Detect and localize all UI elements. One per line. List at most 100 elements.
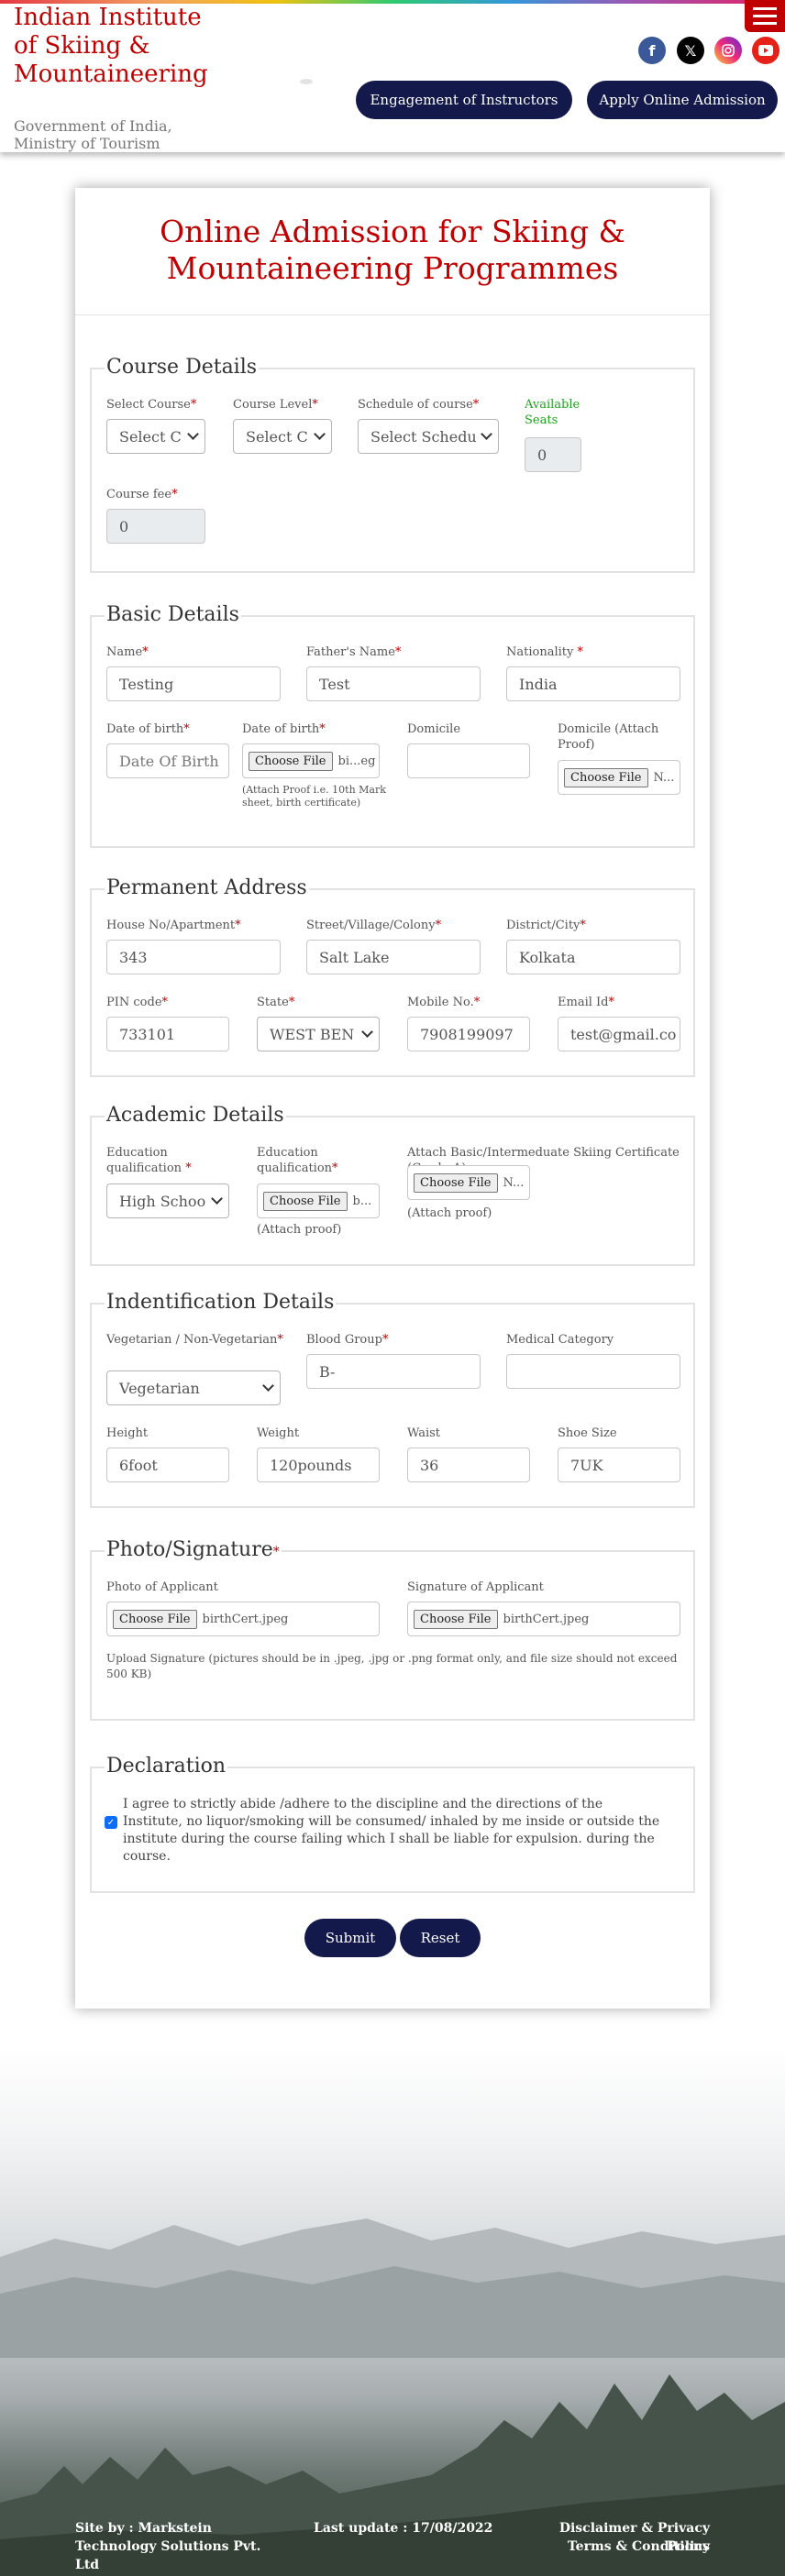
certificate-file-input[interactable]: Choose File N... xyxy=(407,1165,530,1200)
youtube-icon[interactable] xyxy=(752,37,779,64)
state-dropdown[interactable]: WEST BEN xyxy=(257,1017,380,1051)
education-proof-label: Education qualification* xyxy=(257,1146,338,1175)
education-dropdown[interactable]: High Schoo xyxy=(106,1183,229,1218)
street-label: Street/Village/Colony* xyxy=(306,919,442,932)
shoe-size-label: Shoe Size xyxy=(558,1426,617,1440)
file-name: N... xyxy=(653,770,675,785)
height-input[interactable]: 6foot xyxy=(106,1448,229,1482)
course-fee-field: 0 xyxy=(106,509,205,544)
section-legend: Permanent Address xyxy=(105,876,309,900)
hamburger-menu-icon[interactable] xyxy=(745,0,785,32)
choose-file-button[interactable]: Choose File xyxy=(263,1191,348,1211)
basic-details-section: Basic Details Name* Testing Father's Nam… xyxy=(90,603,695,848)
schedule-dropdown[interactable]: Select Schedu xyxy=(358,419,499,454)
dob-proof-file-input[interactable]: Choose File bi...eg xyxy=(242,743,380,778)
education-label: Education qualification * xyxy=(106,1146,192,1175)
section-legend: Basic Details xyxy=(105,603,241,627)
district-input[interactable]: Kolkata xyxy=(506,940,680,974)
waist-input[interactable]: 36 xyxy=(407,1448,530,1482)
mountain-ridge xyxy=(0,2218,785,2358)
site-header: Indian Institute of Skiing & Mountaineer… xyxy=(0,4,785,152)
dob-label: Date of birth* xyxy=(106,722,190,736)
choose-file-button[interactable]: Choose File xyxy=(249,751,333,771)
section-legend: Academic Details xyxy=(105,1104,286,1128)
upload-note: Upload Signature (pictures should be in … xyxy=(106,1652,678,1680)
permanent-address-section: Permanent Address House No/Apartment* 34… xyxy=(90,876,695,1077)
chevron-down-icon xyxy=(361,1026,373,1038)
apply-online-admission-button[interactable]: Apply Online Admission xyxy=(587,81,778,119)
schedule-label: Schedule of course* xyxy=(358,398,480,412)
state-label: State* xyxy=(257,996,295,1009)
photo-signature-section: Photo/Signature* Photo of Applicant Choo… xyxy=(90,1538,695,1721)
site-title[interactable]: Indian Institute of Skiing & Mountaineer… xyxy=(14,4,225,89)
engagement-of-instructors-button[interactable]: Engagement of Instructors xyxy=(356,81,572,119)
last-update: Last update : 17/08/2022 xyxy=(314,2521,493,2536)
file-name: b... xyxy=(352,1194,372,1208)
photo-file-input[interactable]: Choose File birthCert.jpeg xyxy=(106,1602,380,1636)
signature-file-input[interactable]: Choose File birthCert.jpeg xyxy=(407,1602,680,1636)
dob-proof-note: (Attach Proof i.e. 10th Mark sheet, birt… xyxy=(242,784,386,809)
domicile-proof-label: Domicile (Attach Proof) xyxy=(558,722,659,752)
certificate-proof-note: (Attach proof) xyxy=(407,1206,492,1220)
father-name-input[interactable]: Test xyxy=(306,666,481,701)
course-level-dropdown[interactable]: Select C xyxy=(233,419,332,454)
course-details-section: Course Details Select Course* Select C C… xyxy=(90,356,695,573)
instagram-icon[interactable] xyxy=(714,37,742,64)
signature-label: Signature of Applicant xyxy=(407,1580,544,1594)
weight-label: Weight xyxy=(257,1426,300,1440)
chevron-down-icon xyxy=(481,428,492,440)
chevron-down-icon xyxy=(262,1380,274,1392)
declaration-section: Declaration ✓ I agree to strictly abide … xyxy=(90,1755,695,1893)
waist-label: Waist xyxy=(407,1426,441,1440)
pin-label: PIN code* xyxy=(106,996,169,1009)
terms-link[interactable]: Terms & Conditions xyxy=(536,2537,710,2556)
choose-file-button[interactable]: Choose File xyxy=(414,1609,498,1629)
mobile-input[interactable]: 7908199097 xyxy=(407,1017,530,1051)
available-seats-field: 0 xyxy=(525,437,581,472)
admission-form-card: Online Admission for Skiing & Mountainee… xyxy=(75,188,710,2009)
file-name: birthCert.jpeg xyxy=(202,1612,289,1626)
choose-file-button[interactable]: Choose File xyxy=(564,767,648,787)
house-input[interactable]: 343 xyxy=(106,940,281,974)
title-divider xyxy=(75,314,710,315)
facebook-icon[interactable]: f xyxy=(638,37,666,64)
weight-input[interactable]: 120pounds xyxy=(257,1448,380,1482)
domicile-input[interactable] xyxy=(407,743,530,778)
mobile-label: Mobile No.* xyxy=(407,996,481,1009)
section-legend: Declaration xyxy=(105,1755,228,1778)
course-fee-label: Course fee* xyxy=(106,488,178,501)
select-course-label: Select Course* xyxy=(106,398,197,412)
dob-input[interactable]: Date Of Birth xyxy=(106,743,229,778)
choose-file-button[interactable]: Choose File xyxy=(414,1172,498,1193)
x-icon[interactable]: 𝕏 xyxy=(677,37,704,64)
street-input[interactable]: Salt Lake xyxy=(306,940,481,974)
education-proof-file-input[interactable]: Choose File b... xyxy=(257,1183,380,1218)
submit-button[interactable]: Submit xyxy=(304,1919,396,1957)
nationality-input[interactable]: India xyxy=(506,666,680,701)
file-name: bi...eg xyxy=(337,754,376,768)
domicile-proof-file-input[interactable]: Choose File N... xyxy=(558,760,680,795)
declaration-checkbox[interactable]: ✓ xyxy=(105,1816,117,1829)
blood-group-input[interactable]: B- xyxy=(306,1354,481,1389)
name-input[interactable]: Testing xyxy=(106,666,281,701)
pin-input[interactable]: 733101 xyxy=(106,1017,229,1051)
height-label: Height xyxy=(106,1426,149,1440)
email-input[interactable]: test@gmail.co xyxy=(558,1017,680,1051)
shoe-size-input[interactable]: 7UK xyxy=(558,1448,680,1482)
name-label: Name* xyxy=(106,645,149,659)
chevron-down-icon xyxy=(211,1193,223,1205)
select-course-dropdown[interactable]: Select C xyxy=(106,419,205,454)
choose-file-button[interactable]: Choose File xyxy=(113,1609,197,1629)
email-label: Email Id* xyxy=(558,996,614,1009)
reset-button[interactable]: Reset xyxy=(400,1919,481,1957)
section-legend: Indentification Details xyxy=(105,1291,337,1315)
district-label: District/City* xyxy=(506,919,586,932)
veg-dropdown[interactable]: Vegetarian xyxy=(106,1371,281,1405)
nationality-label: Nationality * xyxy=(506,645,583,659)
chevron-down-icon xyxy=(187,428,199,440)
medical-category-input[interactable] xyxy=(506,1354,680,1389)
domicile-label: Domicile xyxy=(407,722,461,736)
site-by-credit[interactable]: Site by : Markstein Technology Solutions… xyxy=(75,2519,286,2574)
chevron-down-icon xyxy=(314,428,326,440)
available-seats-label: Available Seats xyxy=(525,398,580,427)
